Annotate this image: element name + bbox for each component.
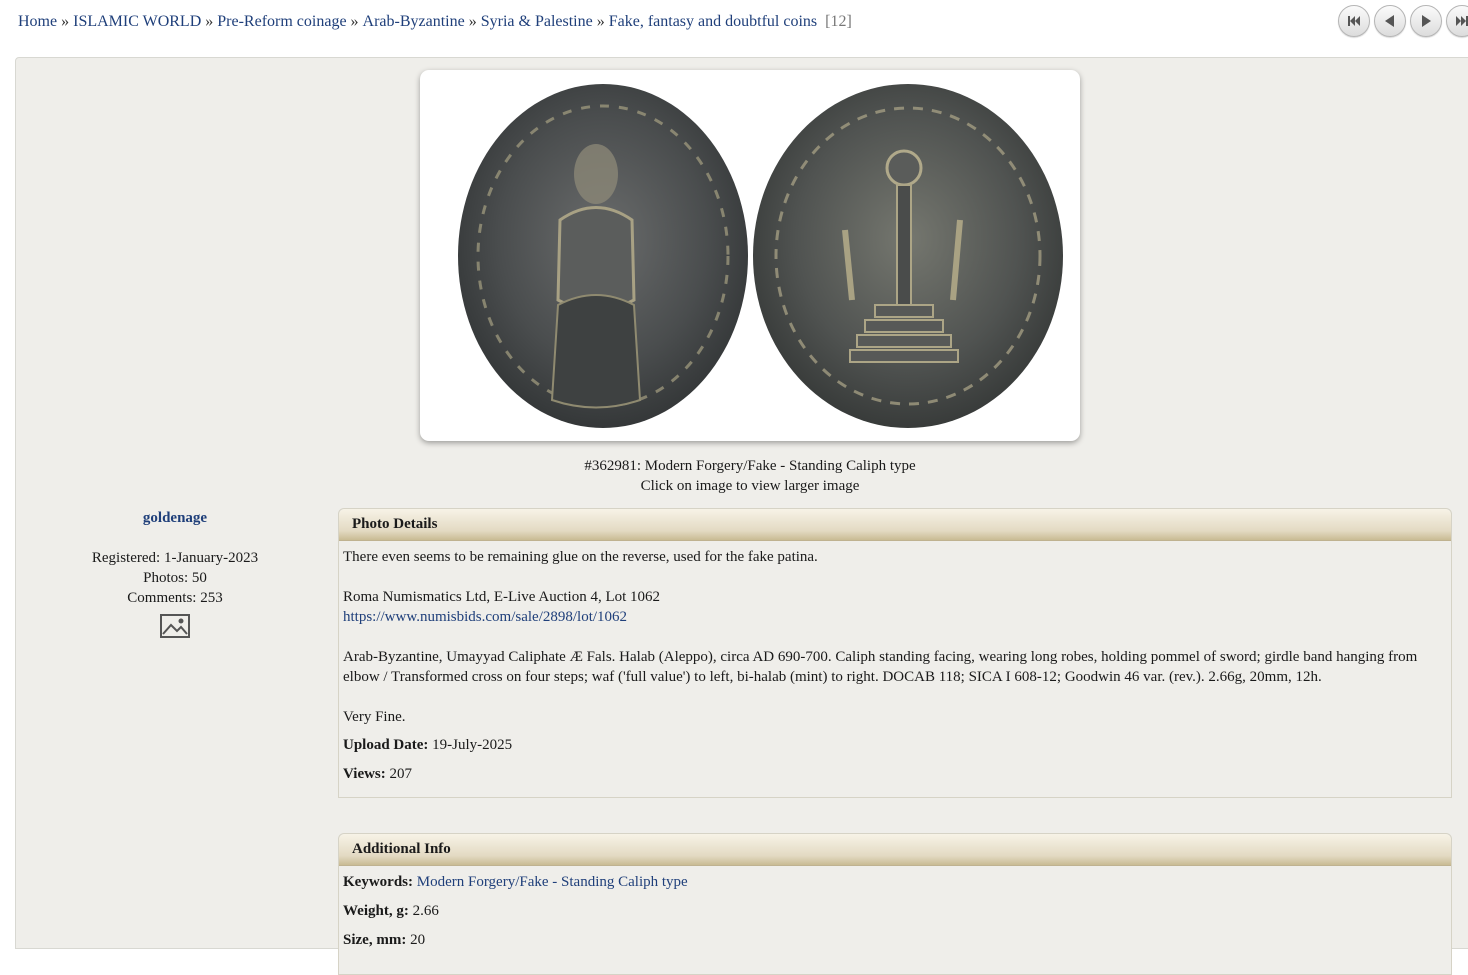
breadcrumb-separator: » xyxy=(468,13,477,30)
breadcrumb-separator: » xyxy=(350,13,359,30)
breadcrumb: Home» ISLAMIC WORLD» Pre-Reform coinage» Ar… xyxy=(18,13,852,31)
registered-date: Registered: 1-January-2023 xyxy=(91,550,259,566)
photo-navigation xyxy=(1338,5,1468,37)
size-value: 20 xyxy=(410,932,426,948)
next-button[interactable] xyxy=(1410,5,1442,37)
photo-details-box: Photo Details There even seems to be rem… xyxy=(338,508,1452,798)
view-larger-hint: Click on image to view larger image xyxy=(640,478,860,494)
weight-value: 2.66 xyxy=(412,903,439,919)
weight-label: Weight, g: xyxy=(343,903,409,919)
last-page-button[interactable] xyxy=(1446,5,1468,37)
details-grade: Very Fine. xyxy=(343,709,406,725)
keyword-link[interactable]: Modern Forgery/Fake - Standing Caliph ty… xyxy=(417,874,688,890)
last-page-icon xyxy=(1456,16,1468,26)
breadcrumb-arab-byzantine[interactable]: Arab-Byzantine xyxy=(363,13,465,30)
photo-details-header: Photo Details xyxy=(339,509,1451,541)
breadcrumb-fake-coins[interactable]: Fake, fantasy and doubtful coins xyxy=(609,13,817,30)
album-count: [12] xyxy=(825,13,852,30)
source-link[interactable]: https://www.numisbids.com/sale/2898/lot/… xyxy=(343,609,627,625)
breadcrumb-islamic-world[interactable]: ISLAMIC WORLD xyxy=(73,13,201,30)
breadcrumb-home[interactable]: Home xyxy=(18,13,57,30)
views-value: 207 xyxy=(389,766,413,782)
details-note: There even seems to be remaining glue on… xyxy=(343,549,818,565)
first-page-icon xyxy=(1348,16,1360,26)
upload-date-value: 19-July-2025 xyxy=(432,737,513,753)
upload-date-label: Upload Date: xyxy=(343,737,429,753)
breadcrumb-separator: » xyxy=(61,13,70,30)
previous-icon xyxy=(1385,15,1394,27)
next-icon xyxy=(1422,15,1431,27)
breadcrumb-separator: » xyxy=(205,13,214,30)
views-label: Views: xyxy=(343,766,386,782)
photo-caption: #362981: Modern Forgery/Fake - Standing … xyxy=(584,458,916,474)
image-placeholder-icon[interactable] xyxy=(160,614,190,644)
coin-photo[interactable] xyxy=(420,70,1080,441)
details-description: Arab-Byzantine, Umayyad Caliphate Æ Fals… xyxy=(343,649,1418,685)
breadcrumb-pre-reform[interactable]: Pre-Reform coinage xyxy=(217,13,346,30)
breadcrumb-separator: » xyxy=(596,13,605,30)
additional-info-header: Additional Info xyxy=(339,834,1451,866)
photo-count: Photos: 50 xyxy=(143,570,207,586)
details-source: Roma Numismatics Ltd, E-Live Auction 4, … xyxy=(343,589,661,605)
uploader-info: goldenage Registered: 1-January-2023 Pho… xyxy=(16,508,334,644)
photo-panel: #362981: Modern Forgery/Fake - Standing … xyxy=(15,57,1468,975)
additional-info-box: Additional Info Keywords: Modern Forgery… xyxy=(338,833,1452,975)
comment-count: Comments: 253 xyxy=(127,590,223,606)
uploader-name[interactable]: goldenage xyxy=(16,508,334,528)
breadcrumb-syria-palestine[interactable]: Syria & Palestine xyxy=(481,13,593,30)
previous-button[interactable] xyxy=(1374,5,1406,37)
coin-image xyxy=(458,84,1063,428)
keywords-label: Keywords: xyxy=(343,874,413,890)
size-label: Size, mm: xyxy=(343,932,407,948)
first-page-button[interactable] xyxy=(1338,5,1370,37)
